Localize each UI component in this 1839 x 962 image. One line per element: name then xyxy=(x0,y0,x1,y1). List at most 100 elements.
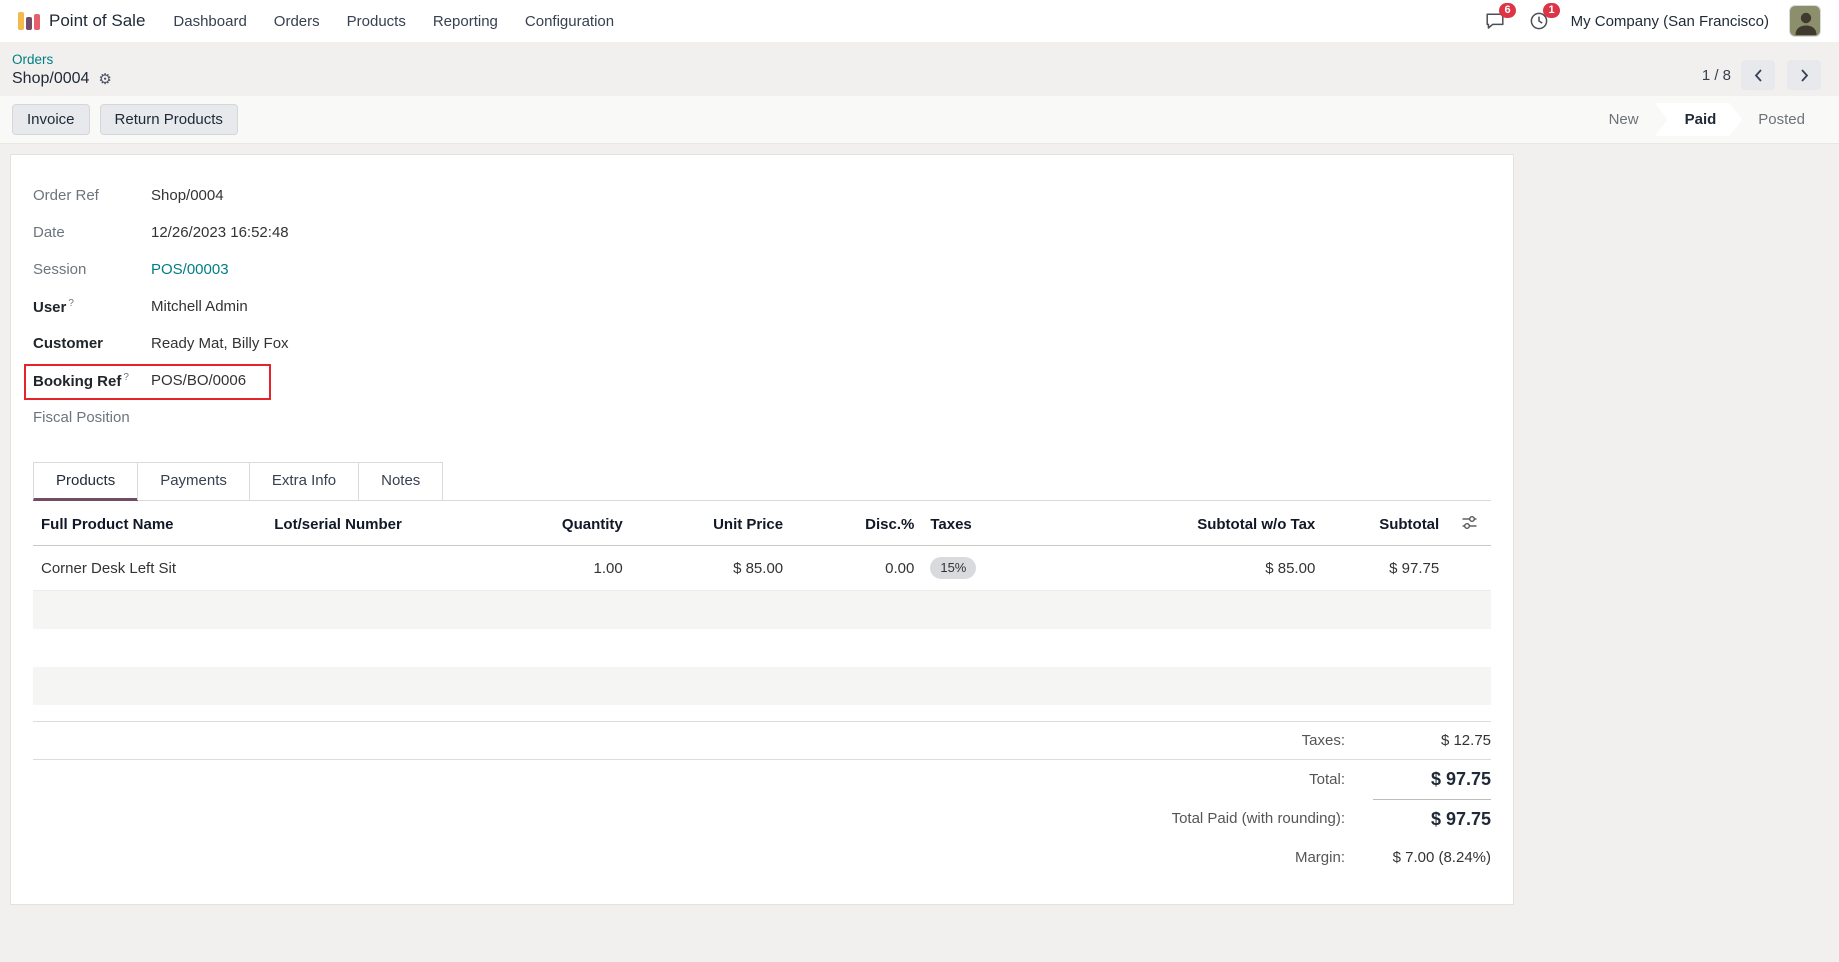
order-totals: Taxes: $ 12.75 Total: $ 97.75 Total Paid… xyxy=(33,721,1491,876)
col-discount[interactable]: Disc.% xyxy=(791,501,922,546)
field-label: Booking Ref? xyxy=(33,372,137,390)
cell-taxes[interactable]: 15% xyxy=(922,546,1097,591)
field-label: Date xyxy=(33,224,137,241)
tab-notes[interactable]: Notes xyxy=(358,462,443,500)
cell-unit-price[interactable]: $ 85.00 xyxy=(631,546,791,591)
chevron-left-icon xyxy=(1753,68,1764,83)
cell-quantity[interactable]: 1.00 xyxy=(485,546,631,591)
total-paid-amount: $ 97.75 xyxy=(1373,799,1491,839)
return-products-button[interactable]: Return Products xyxy=(100,104,238,135)
field-label: Fiscal Position xyxy=(33,409,137,426)
empty-row xyxy=(33,591,1491,629)
totals-label: Total Paid (with rounding): xyxy=(33,799,1373,839)
menu-reporting[interactable]: Reporting xyxy=(433,13,498,30)
field-value[interactable]: 12/26/2023 16:52:48 xyxy=(151,224,289,241)
total-amount: $ 97.75 xyxy=(1373,759,1491,799)
tab-payments[interactable]: Payments xyxy=(137,462,250,500)
totals-total-row: Total: $ 97.75 xyxy=(33,759,1491,799)
totals-paid-row: Total Paid (with rounding): $ 97.75 xyxy=(33,799,1491,839)
totals-label: Total: xyxy=(33,759,1373,799)
session-link[interactable]: POS/00003 xyxy=(151,261,229,278)
pos-app-home[interactable]: Point of Sale xyxy=(18,11,145,31)
status-steps: New Paid Posted xyxy=(1593,103,1821,136)
col-subtotal-wo-tax[interactable]: Subtotal w/o Tax xyxy=(1097,501,1323,546)
status-step-paid[interactable]: Paid xyxy=(1655,103,1743,136)
field-fiscal-position: Fiscal Position xyxy=(33,399,1491,436)
optional-columns-icon[interactable] xyxy=(1461,514,1478,531)
menu-configuration[interactable]: Configuration xyxy=(525,13,614,30)
field-user: User? Mitchell Admin xyxy=(33,288,1491,325)
totals-label: Taxes: xyxy=(33,721,1373,759)
empty-row xyxy=(33,629,1491,667)
order-line-row[interactable]: Corner Desk Left Sit 1.00 $ 85.00 0.00 1… xyxy=(33,546,1491,591)
field-value[interactable]: Mitchell Admin xyxy=(151,298,248,315)
cell-lot[interactable] xyxy=(266,546,485,591)
field-value[interactable]: Shop/0004 xyxy=(151,187,224,204)
pager: 1 / 8 xyxy=(1702,60,1821,90)
col-quantity[interactable]: Quantity xyxy=(485,501,631,546)
field-session: Session POS/00003 xyxy=(33,251,1491,288)
status-step-new[interactable]: New xyxy=(1593,104,1655,135)
breadcrumb-current: Shop/0004 xyxy=(12,70,89,88)
activities-count-badge: 1 xyxy=(1543,3,1559,18)
tax-tag: 15% xyxy=(930,557,976,579)
topbar-systray: 6 1 My Company (San Francisco) xyxy=(1483,5,1821,37)
help-marker: ? xyxy=(68,298,74,309)
company-switcher[interactable]: My Company (San Francisco) xyxy=(1571,13,1769,30)
field-date: Date 12/26/2023 16:52:48 xyxy=(33,214,1491,251)
breadcrumb: Orders Shop/0004 ⚙ xyxy=(12,52,112,88)
field-value[interactable]: Ready Mat, Billy Fox xyxy=(151,335,289,352)
table-header-row: Full Product Name Lot/serial Number Quan… xyxy=(33,501,1491,546)
col-subtotal[interactable]: Subtotal xyxy=(1323,501,1447,546)
field-label: Session xyxy=(33,261,137,278)
field-label: User? xyxy=(33,298,137,316)
margin-amount: $ 7.00 (8.24%) xyxy=(1373,839,1491,876)
top-navbar: Point of Sale Dashboard Orders Products … xyxy=(0,0,1839,42)
empty-row xyxy=(33,667,1491,705)
field-value[interactable]: POS/BO/0006 xyxy=(151,372,246,389)
menu-orders[interactable]: Orders xyxy=(274,13,320,30)
messages-count-badge: 6 xyxy=(1499,3,1515,18)
breadcrumb-orders[interactable]: Orders xyxy=(12,52,112,67)
status-step-posted[interactable]: Posted xyxy=(1742,104,1821,135)
cell-product[interactable]: Corner Desk Left Sit xyxy=(33,546,266,591)
notebook-tabs: Products Payments Extra Info Notes xyxy=(33,462,1491,501)
tab-products[interactable]: Products xyxy=(33,462,138,501)
invoice-button[interactable]: Invoice xyxy=(12,104,90,135)
taxes-amount: $ 12.75 xyxy=(1373,721,1491,759)
col-taxes[interactable]: Taxes xyxy=(922,501,1097,546)
help-marker: ? xyxy=(123,372,129,383)
pos-app-icon xyxy=(18,12,40,30)
activities-button[interactable]: 1 xyxy=(1527,9,1551,33)
order-lines-table: Full Product Name Lot/serial Number Quan… xyxy=(33,501,1491,705)
pager-next-button[interactable] xyxy=(1787,60,1821,90)
totals-margin-row: Margin: $ 7.00 (8.24%) xyxy=(33,839,1491,876)
field-group: Order Ref Shop/0004 Date 12/26/2023 16:5… xyxy=(33,177,1491,436)
form-statusbar: Invoice Return Products New Paid Posted xyxy=(0,96,1839,144)
gear-icon[interactable]: ⚙ xyxy=(98,72,111,87)
pager-previous-button[interactable] xyxy=(1741,60,1775,90)
field-booking-ref: Booking Ref? POS/BO/0006 xyxy=(33,362,1491,399)
menu-dashboard[interactable]: Dashboard xyxy=(173,13,246,30)
tab-extra-info[interactable]: Extra Info xyxy=(249,462,359,500)
col-lot-serial-number[interactable]: Lot/serial Number xyxy=(266,501,485,546)
field-order-ref: Order Ref Shop/0004 xyxy=(33,177,1491,214)
menu-products[interactable]: Products xyxy=(347,13,406,30)
control-panel: Orders Shop/0004 ⚙ 1 / 8 xyxy=(0,42,1839,96)
col-unit-price[interactable]: Unit Price xyxy=(631,501,791,546)
messages-button[interactable]: 6 xyxy=(1483,9,1507,33)
totals-taxes-row: Taxes: $ 12.75 xyxy=(33,721,1491,759)
cell-subtotal[interactable]: $ 97.75 xyxy=(1323,546,1447,591)
totals-label: Margin: xyxy=(33,839,1373,876)
field-customer: Customer Ready Mat, Billy Fox xyxy=(33,325,1491,362)
field-label: Customer xyxy=(33,335,137,352)
order-form-sheet: Order Ref Shop/0004 Date 12/26/2023 16:5… xyxy=(10,154,1514,905)
user-avatar[interactable] xyxy=(1789,5,1821,37)
chevron-right-icon xyxy=(1799,68,1810,83)
cell-discount[interactable]: 0.00 xyxy=(791,546,922,591)
cell-subtotal-wo-tax[interactable]: $ 85.00 xyxy=(1097,546,1323,591)
pager-value[interactable]: 1 / 8 xyxy=(1702,67,1731,84)
col-full-product-name[interactable]: Full Product Name xyxy=(33,501,266,546)
app-name: Point of Sale xyxy=(49,11,145,31)
main-menu: Dashboard Orders Products Reporting Conf… xyxy=(173,13,614,30)
